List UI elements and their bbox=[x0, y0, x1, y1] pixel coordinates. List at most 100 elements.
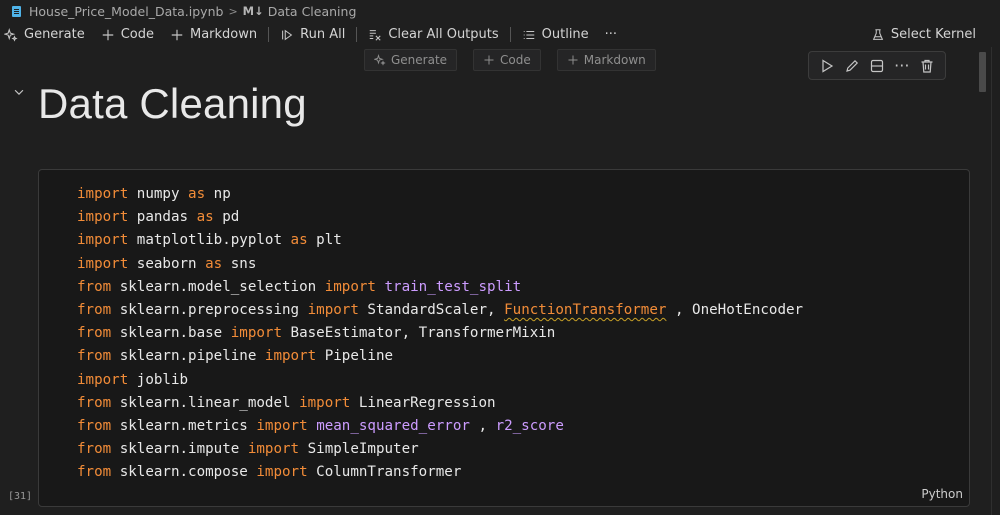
code-token: , bbox=[469, 417, 496, 434]
sparkle-icon bbox=[374, 54, 386, 66]
code-token: from bbox=[77, 278, 112, 295]
code-token: import bbox=[256, 417, 308, 434]
breadcrumb-file[interactable]: House_Price_Model_Data.ipynb bbox=[29, 4, 223, 19]
insert-markdown-label: Markdown bbox=[583, 53, 646, 67]
cell-language-label[interactable]: Python bbox=[921, 487, 963, 501]
plus-icon bbox=[483, 54, 495, 66]
code-token: sklearn.linear_model bbox=[111, 394, 300, 411]
insert-code-label: Code bbox=[500, 53, 531, 67]
code-token: from bbox=[77, 417, 112, 434]
code-token: import bbox=[230, 325, 283, 342]
code-line: from sklearn.model_selection import trai… bbox=[77, 276, 803, 299]
code-editor[interactable]: import numpy as np import pandas as pd imp… bbox=[77, 183, 803, 484]
code-line: import pandas as pd bbox=[77, 206, 803, 229]
markdown-heading: Data Cleaning bbox=[38, 80, 307, 127]
code-token: sklearn.pipeline bbox=[111, 348, 265, 365]
code-token: import bbox=[77, 209, 129, 226]
code-token: r2_score bbox=[495, 417, 564, 434]
code-token: sklearn.model_selection bbox=[111, 278, 325, 295]
outline-button[interactable]: Outline bbox=[514, 22, 597, 47]
code-token: import bbox=[264, 348, 317, 365]
code-token: from bbox=[77, 325, 112, 342]
split-cell-icon bbox=[870, 59, 884, 72]
collapse-section-button[interactable] bbox=[12, 84, 26, 98]
toolbar-divider bbox=[509, 27, 511, 42]
select-kernel-button[interactable]: Select Kernel bbox=[863, 22, 1000, 47]
plus-icon bbox=[101, 28, 115, 42]
insert-markdown-button[interactable]: Markdown bbox=[556, 49, 656, 71]
execute-cell-button[interactable] bbox=[817, 56, 837, 76]
code-token: from bbox=[77, 464, 112, 481]
trash-icon bbox=[921, 59, 933, 73]
code-token: numpy bbox=[128, 186, 189, 202]
code-label: Code bbox=[120, 27, 154, 42]
code-token: train_test_split bbox=[384, 278, 522, 295]
code-cell[interactable]: import numpy as np import pandas as pd imp… bbox=[38, 169, 970, 507]
code-token: as bbox=[290, 232, 308, 249]
code-token: plt bbox=[307, 232, 342, 249]
code-token: StandardScaler, bbox=[358, 301, 505, 318]
add-code-cell-button[interactable]: Code bbox=[93, 22, 162, 47]
sparkle-icon bbox=[4, 27, 18, 42]
kernel-icon bbox=[871, 28, 885, 42]
code-line: from sklearn.preprocessing import Standa… bbox=[77, 299, 803, 322]
code-line: from sklearn.linear_model import LinearR… bbox=[77, 392, 803, 415]
plus-icon bbox=[170, 28, 184, 42]
code-token: import bbox=[324, 278, 376, 295]
code-line: from sklearn.base import BaseEstimator, … bbox=[77, 322, 803, 345]
split-cell-button[interactable] bbox=[867, 56, 887, 76]
code-token: import bbox=[77, 232, 129, 249]
select-kernel-label: Select Kernel bbox=[890, 27, 976, 42]
edit-cell-button[interactable] bbox=[842, 56, 862, 76]
code-token: sns bbox=[222, 255, 257, 272]
code-token: import bbox=[77, 371, 129, 388]
code-token: as bbox=[196, 209, 214, 226]
clear-all-outputs-button[interactable]: Clear All Outputs bbox=[360, 22, 506, 47]
code-token: import bbox=[307, 301, 359, 318]
code-token: from bbox=[77, 301, 112, 318]
vertical-scrollbar[interactable] bbox=[979, 52, 986, 92]
code-token: np bbox=[205, 186, 231, 202]
pencil-icon bbox=[846, 59, 859, 72]
code-line: import seaborn as sns bbox=[77, 253, 803, 276]
run-all-label: Run All bbox=[300, 27, 346, 42]
delete-cell-button[interactable] bbox=[917, 56, 937, 76]
markdown-label: Markdown bbox=[190, 27, 258, 42]
code-token: seaborn bbox=[128, 255, 206, 272]
markdown-icon: M↓ bbox=[242, 4, 264, 18]
insert-generate-button[interactable]: Generate bbox=[364, 49, 458, 71]
code-token: matplotlib.pyplot bbox=[128, 232, 291, 249]
code-line: from sklearn.compose import ColumnTransf… bbox=[77, 461, 803, 484]
code-token: from bbox=[77, 441, 112, 458]
code-token: sklearn.impute bbox=[111, 441, 248, 458]
toolbar-divider bbox=[268, 27, 270, 42]
code-token: BaseEstimator, TransformerMixin bbox=[282, 325, 556, 342]
notebook-toolbar: Generate Code Markdown Run All Clear All… bbox=[0, 22, 1000, 47]
code-token: sklearn.compose bbox=[111, 464, 257, 481]
breadcrumb-section[interactable]: Data Cleaning bbox=[268, 4, 357, 19]
more-actions-button[interactable]: ··· bbox=[597, 22, 625, 47]
insert-code-button[interactable]: Code bbox=[473, 49, 541, 71]
clear-outputs-icon bbox=[368, 28, 382, 42]
run-all-button[interactable]: Run All bbox=[272, 22, 353, 47]
code-token: joblib bbox=[128, 371, 189, 388]
run-all-icon bbox=[280, 28, 294, 42]
insert-generate-label: Generate bbox=[391, 53, 448, 67]
code-token: import bbox=[77, 255, 129, 272]
code-line: import joblib bbox=[77, 369, 803, 392]
code-token: from bbox=[77, 394, 112, 411]
code-token: FunctionTransformer bbox=[504, 301, 667, 318]
cell-toolbar: ··· bbox=[808, 51, 946, 80]
add-markdown-cell-button[interactable]: Markdown bbox=[162, 22, 265, 47]
code-line: from sklearn.impute import SimpleImputer bbox=[77, 438, 803, 461]
toolbar-divider bbox=[356, 27, 358, 42]
code-token: sklearn.metrics bbox=[111, 417, 257, 434]
generate-button[interactable]: Generate bbox=[0, 22, 93, 47]
more-cell-actions-button[interactable]: ··· bbox=[892, 56, 912, 76]
code-token: as bbox=[188, 186, 206, 202]
code-line: import matplotlib.pyplot as plt bbox=[77, 229, 803, 252]
code-token: , OneHotEncoder bbox=[666, 301, 804, 318]
code-token: import bbox=[256, 464, 308, 481]
